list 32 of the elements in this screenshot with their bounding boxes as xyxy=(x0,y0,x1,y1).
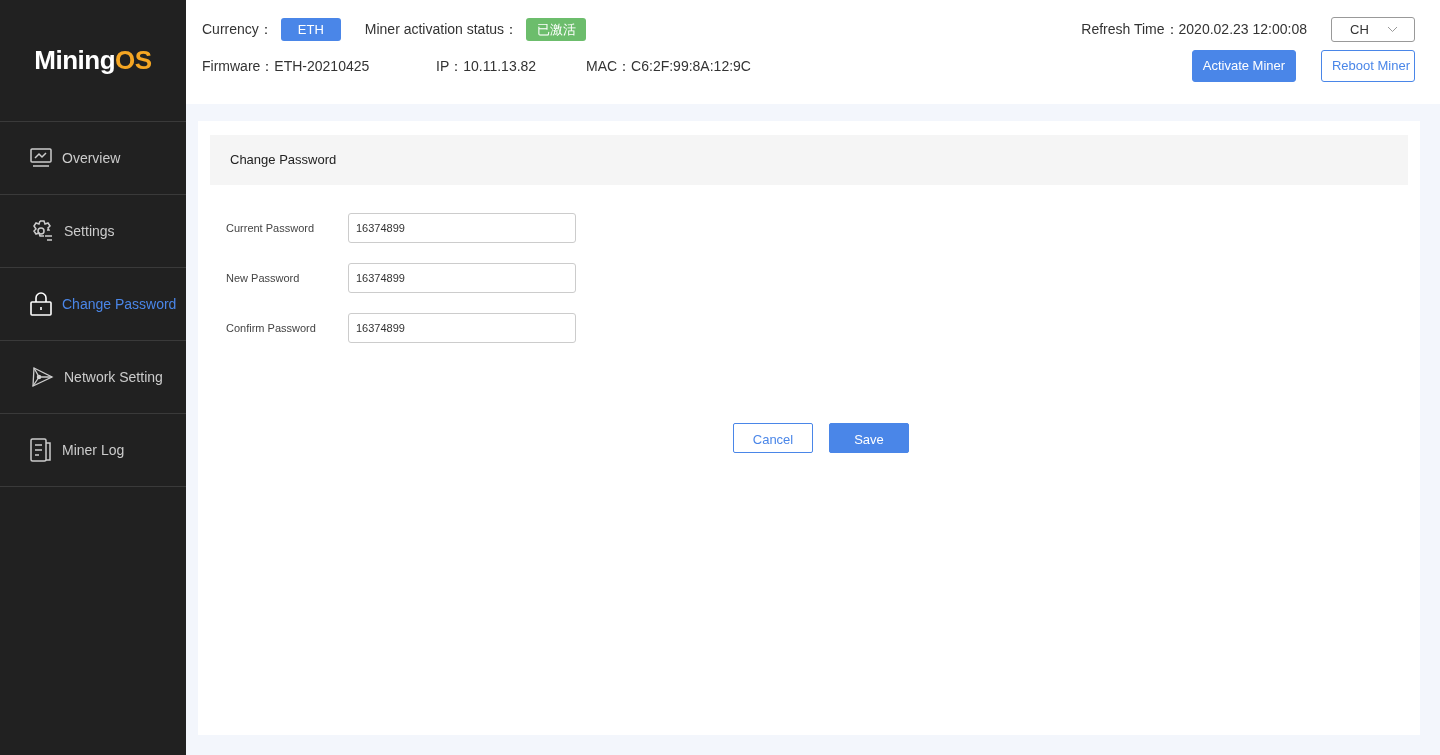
sidebar-item[interactable]: Settings xyxy=(0,195,186,268)
reboot-button[interactable]: Reboot Miner xyxy=(1320,50,1415,82)
field-label: New Password xyxy=(226,270,301,286)
sidebar-item[interactable]: Network Setting xyxy=(0,341,186,414)
monitor-icon xyxy=(30,148,52,168)
lock-icon xyxy=(30,292,52,316)
refresh-time: Refresh Time：2020.02.23 12:00:08 xyxy=(1081,20,1307,39)
language-select[interactable]: CH xyxy=(1331,17,1415,42)
save-button[interactable]: Save xyxy=(829,423,909,453)
section-title: Change Password xyxy=(210,135,1408,185)
ip-info: IP：10.11.13.82 xyxy=(436,56,538,76)
sidebar-item[interactable]: Miner Log xyxy=(0,414,186,487)
chevron-down-icon xyxy=(1387,26,1398,33)
currency-badge: ETH xyxy=(280,17,341,42)
mac-info: MAC：C6:2F:99:8A:12:9C xyxy=(586,56,751,76)
document-icon xyxy=(30,438,52,462)
password-field[interactable]: 16374899 xyxy=(348,313,576,343)
status-badge: 已激活 xyxy=(526,17,587,42)
activate-button[interactable]: Activate Miner xyxy=(1191,50,1296,82)
sidebar-item[interactable]: Overview xyxy=(0,122,186,195)
logo: MiningOS xyxy=(34,44,152,77)
network-icon xyxy=(30,365,54,389)
activation-label: Miner activation status： xyxy=(364,20,519,39)
currency-label: Currency： xyxy=(202,20,273,39)
password-field[interactable]: 16374899 xyxy=(348,213,576,243)
cancel-button[interactable]: Cancel xyxy=(733,423,813,453)
firmware-info: Firmware：ETH-20210425 xyxy=(202,56,371,76)
gear-icon xyxy=(30,219,54,243)
password-field[interactable]: 16374899 xyxy=(348,263,576,293)
field-label: Confirm Password xyxy=(226,320,317,336)
sidebar-item[interactable]: Change Password xyxy=(0,268,186,341)
field-label: Current Password xyxy=(226,220,316,236)
